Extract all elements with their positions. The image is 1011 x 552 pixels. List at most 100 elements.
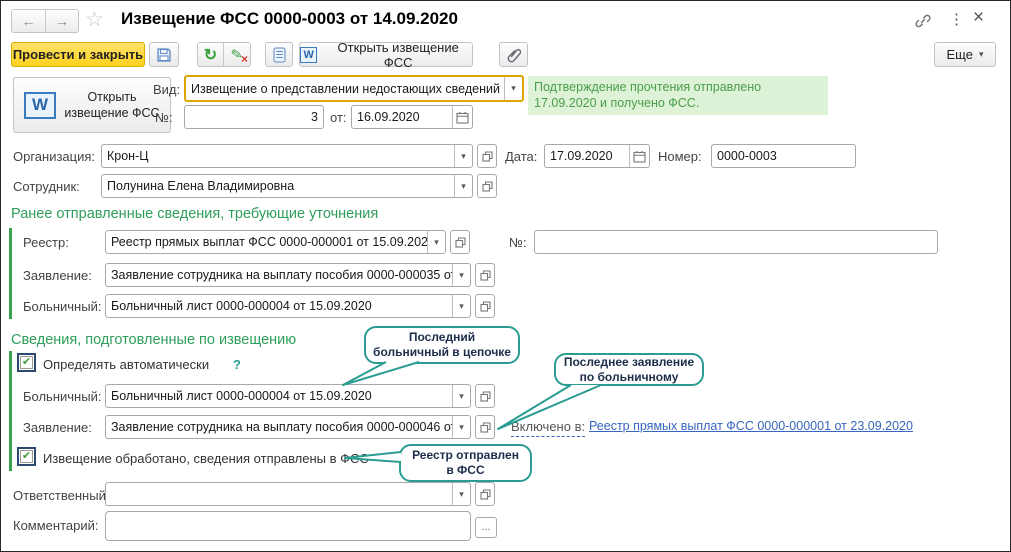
number-value: 0000-0003: [712, 149, 855, 163]
vid-field[interactable]: Извещение о представлении недостающих св…: [184, 75, 524, 102]
dropdown-icon[interactable]: ▾: [454, 175, 472, 197]
word-icon-large: W: [24, 92, 56, 119]
open-notice-label: Открыть извещение ФСС: [324, 40, 472, 70]
org-field[interactable]: Крон-Ц ▾: [101, 144, 473, 168]
section-new-title: Сведения, подготовленные по извещению: [11, 332, 296, 348]
ot-label: от:: [330, 110, 347, 125]
more-dots-icon[interactable]: ⋮: [949, 10, 964, 28]
save-icon[interactable]: [149, 42, 179, 67]
reestr-no-field[interactable]: [534, 230, 938, 254]
refresh-icon[interactable]: ↻: [198, 43, 224, 66]
reestr-label: Реестр:: [23, 235, 69, 250]
vid-value: Извещение о представлении недостающих св…: [186, 82, 504, 96]
employee-open-button[interactable]: [477, 174, 497, 198]
bolnichny-value: Больничный лист 0000-000004 от 15.09.202…: [106, 299, 452, 313]
more-label: Еще: [947, 47, 973, 62]
bolnichny2-value: Больничный лист 0000-000004 от 15.09.202…: [106, 389, 452, 403]
auto-detect-checkbox[interactable]: ✔: [17, 353, 36, 372]
nav-button-group: ← →: [11, 9, 79, 33]
zayavlenie-field[interactable]: Заявление сотрудника на выплату пособия …: [105, 263, 471, 287]
zayavlenie2-label: Заявление:: [23, 420, 92, 435]
edit-button-group: ↻ ✎ ×: [197, 42, 251, 67]
no-value: 3: [185, 110, 323, 124]
callout-last-application: Последнее заявление по больничному: [554, 353, 704, 386]
included-in-label[interactable]: Включено в:: [511, 419, 585, 437]
processed-label: Извещение обработано, сведения отправлен…: [43, 451, 369, 466]
reestr-open-button[interactable]: [450, 230, 470, 254]
employee-label: Сотрудник:: [13, 179, 80, 194]
comment-field[interactable]: [105, 511, 471, 541]
dropdown-icon[interactable]: ▾: [452, 264, 470, 286]
section-new-bar: [9, 351, 12, 471]
reestr-value: Реестр прямых выплат ФСС 0000-000001 от …: [106, 235, 427, 249]
responsible-open-button[interactable]: [475, 482, 495, 506]
org-label: Организация:: [13, 149, 95, 164]
link-icon[interactable]: [913, 11, 933, 36]
zayavlenie2-value: Заявление сотрудника на выплату пособия …: [106, 420, 452, 434]
dropdown-icon[interactable]: ▾: [454, 145, 472, 167]
responsible-field[interactable]: ▾: [105, 482, 471, 506]
date-field[interactable]: 17.09.2020: [544, 144, 650, 168]
section-prev-title: Ранее отправленные сведения, требующие у…: [11, 206, 378, 222]
dropdown-icon[interactable]: ▾: [452, 416, 470, 438]
responsible-label: Ответственный:: [13, 488, 109, 503]
ot-date-field[interactable]: 16.09.2020: [351, 105, 473, 129]
back-icon[interactable]: ←: [12, 10, 45, 32]
no-field[interactable]: 3: [184, 105, 324, 129]
paperclip-icon[interactable]: [499, 42, 528, 67]
open-notice-big-button[interactable]: W Открыть извещение ФСС: [13, 77, 171, 133]
callout-last-sick-note: Последний больничный в цепочке: [364, 326, 520, 364]
star-icon[interactable]: ☆: [85, 7, 104, 32]
zayavlenie2-field[interactable]: Заявление сотрудника на выплату пособия …: [105, 415, 471, 439]
list-icon[interactable]: [265, 42, 293, 67]
calendar-icon[interactable]: [452, 106, 472, 128]
dropdown-icon[interactable]: ▾: [452, 295, 470, 317]
employee-value: Полунина Елена Владимировна: [102, 179, 454, 193]
more-button[interactable]: Еще ▾: [934, 42, 996, 67]
edit-cancel-icon[interactable]: ✎ ×: [224, 43, 250, 66]
zayavlenie2-open-button[interactable]: [475, 415, 495, 439]
number-label: Номер:: [658, 149, 702, 164]
bolnichny-open-button[interactable]: [475, 294, 495, 318]
calendar-icon[interactable]: [629, 145, 649, 167]
vid-label: Вид:: [153, 82, 180, 97]
bolnichny2-open-button[interactable]: [475, 384, 495, 408]
bolnichny-field[interactable]: Больничный лист 0000-000004 от 15.09.202…: [105, 294, 471, 318]
dropdown-icon[interactable]: ▾: [452, 483, 470, 505]
open-notice-button[interactable]: W Открыть извещение ФСС: [299, 42, 473, 67]
reestr-no-label: №:: [509, 235, 527, 250]
bolnichny-label: Больничный:: [23, 299, 101, 314]
close-icon[interactable]: ×: [973, 7, 984, 29]
no-label: №:: [155, 110, 173, 125]
zayavlenie-open-button[interactable]: [475, 263, 495, 287]
word-icon: W: [300, 47, 317, 63]
check-icon: ✔: [22, 357, 31, 368]
org-open-button[interactable]: [477, 144, 497, 168]
reestr-field[interactable]: Реестр прямых выплат ФСС 0000-000001 от …: [105, 230, 446, 254]
section-prev-bar: [9, 228, 12, 319]
dropdown-icon[interactable]: ▾: [504, 77, 522, 100]
check-icon: ✔: [22, 451, 31, 462]
ot-date-value: 16.09.2020: [352, 110, 452, 124]
included-in-link[interactable]: Реестр прямых выплат ФСС 0000-000001 от …: [589, 419, 913, 433]
page-title: Извещение ФСС 0000-0003 от 14.09.2020: [121, 9, 458, 29]
number-field[interactable]: 0000-0003: [711, 144, 856, 168]
zayavlenie-label: Заявление:: [23, 268, 92, 283]
bolnichny2-label: Больничный:: [23, 389, 101, 404]
bolnichny2-field[interactable]: Больничный лист 0000-000004 от 15.09.202…: [105, 384, 471, 408]
date-value: 17.09.2020: [545, 149, 629, 163]
auto-detect-label: Определять автоматически: [43, 357, 209, 372]
dropdown-icon[interactable]: ▾: [452, 385, 470, 407]
comment-ellipsis-button[interactable]: ...: [475, 517, 497, 538]
help-icon[interactable]: ?: [233, 357, 241, 372]
dropdown-icon[interactable]: ▾: [427, 231, 445, 253]
employee-field[interactable]: Полунина Елена Владимировна ▾: [101, 174, 473, 198]
processed-checkbox[interactable]: ✔: [17, 447, 36, 466]
open-notice-big-label: Открыть извещение ФСС: [64, 89, 160, 122]
chevron-down-icon: ▾: [979, 49, 984, 60]
forward-icon[interactable]: →: [45, 10, 78, 32]
status-notice: Подтверждение прочтения отправлено 17.09…: [528, 76, 828, 115]
post-and-close-button[interactable]: Провести и закрыть: [11, 42, 145, 67]
zayavlenie-value: Заявление сотрудника на выплату пособия …: [106, 268, 452, 282]
org-value: Крон-Ц: [102, 149, 454, 163]
